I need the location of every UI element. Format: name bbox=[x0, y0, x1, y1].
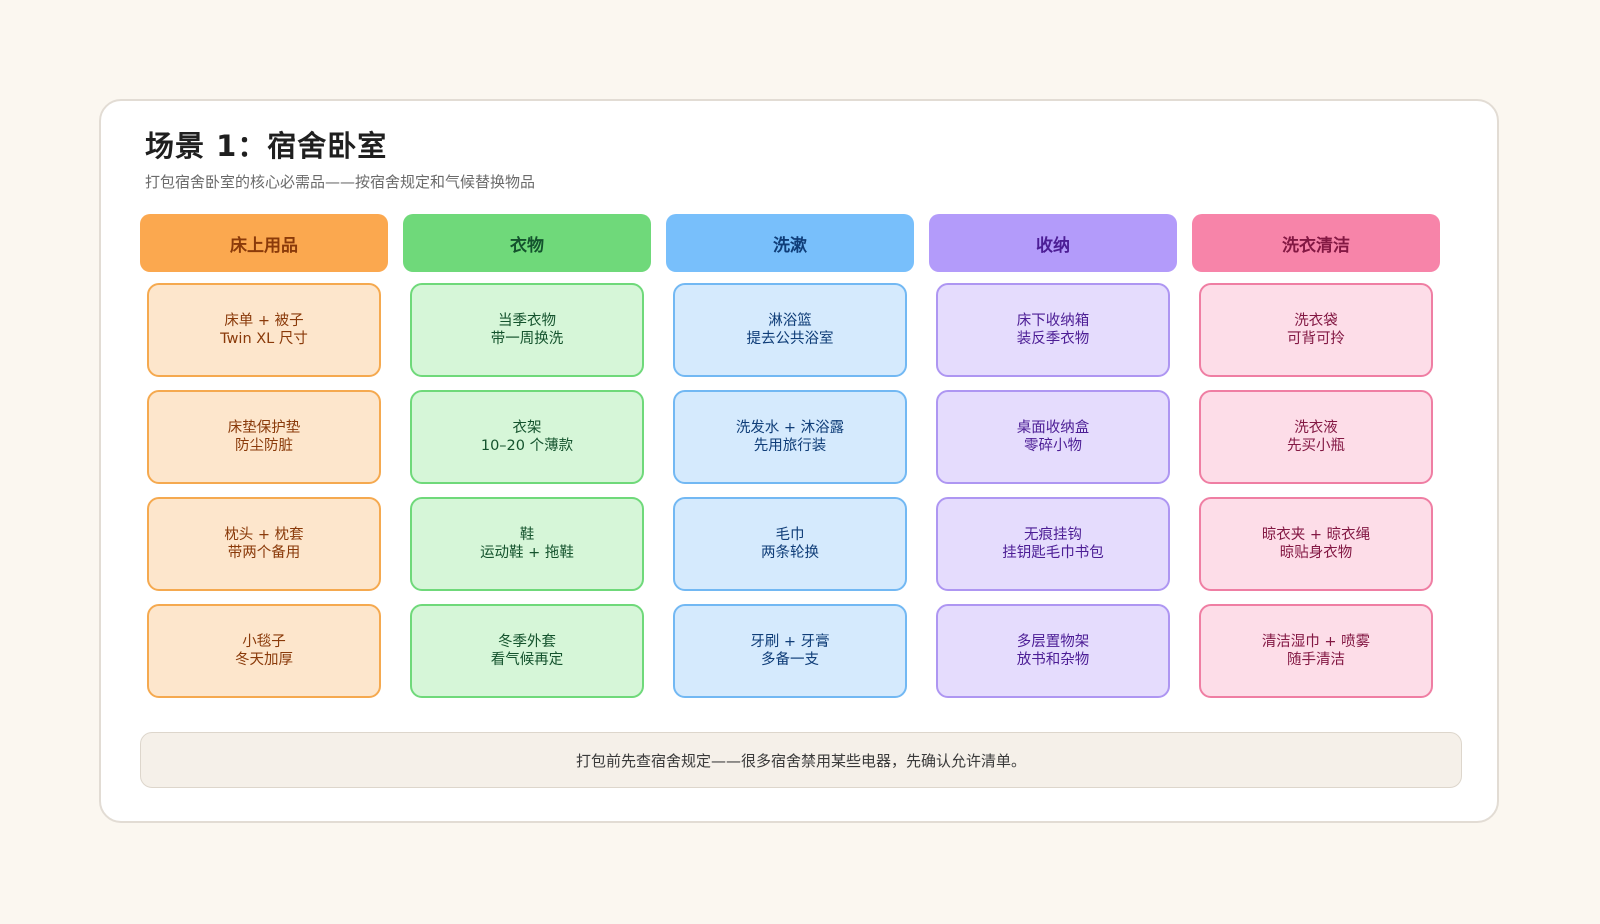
item-note: 先买小瓶 bbox=[1287, 438, 1345, 454]
item-card: 洗衣液 先买小瓶 bbox=[1199, 390, 1433, 484]
column-header-laundry: 洗衣清洁 bbox=[1192, 214, 1440, 272]
item-note: 可背可拎 bbox=[1287, 331, 1345, 347]
item-note: 放书和杂物 bbox=[1016, 652, 1090, 668]
item-card: 牙刷 + 牙膏 多备一支 bbox=[673, 604, 907, 698]
item-note: 带一周换洗 bbox=[490, 331, 564, 347]
item-title: 床下收纳箱 bbox=[1016, 313, 1090, 329]
column-header-bedding: 床上用品 bbox=[140, 214, 388, 272]
item-card: 床单 + 被子 Twin XL 尺寸 bbox=[147, 283, 381, 377]
page-title: 场景 1：宿舍卧室 bbox=[145, 129, 388, 163]
column-laundry: 洗衣清洁 洗衣袋 可背可拎 洗衣液 先买小瓶 晾衣夹 + 晾衣绳 晾贴身衣物 清… bbox=[1192, 214, 1440, 698]
item-card: 衣架 10–20 个薄款 bbox=[410, 390, 644, 484]
item-card: 当季衣物 带一周换洗 bbox=[410, 283, 644, 377]
item-title: 多层置物架 bbox=[1016, 634, 1090, 650]
item-title: 洗衣袋 bbox=[1294, 313, 1338, 329]
item-title: 枕头 + 枕套 bbox=[224, 527, 304, 543]
item-card: 多层置物架 放书和杂物 bbox=[936, 604, 1170, 698]
column-header-storage: 收纳 bbox=[929, 214, 1177, 272]
item-note: 10–20 个薄款 bbox=[480, 438, 574, 454]
item-note: Twin XL 尺寸 bbox=[220, 331, 308, 347]
item-note: 挂钥匙毛巾书包 bbox=[1002, 545, 1104, 561]
item-note: 晾贴身衣物 bbox=[1279, 545, 1353, 561]
column-clothing: 衣物 当季衣物 带一周换洗 衣架 10–20 个薄款 鞋 运动鞋 + 拖鞋 冬季… bbox=[403, 214, 651, 698]
column-storage: 收纳 床下收纳箱 装反季衣物 桌面收纳盒 零碎小物 无痕挂钩 挂钥匙毛巾书包 多… bbox=[929, 214, 1177, 698]
column-header-clothing: 衣物 bbox=[403, 214, 651, 272]
item-title: 鞋 bbox=[519, 527, 535, 543]
item-title: 当季衣物 bbox=[498, 313, 556, 329]
item-card: 床下收纳箱 装反季衣物 bbox=[936, 283, 1170, 377]
item-card: 毛巾 两条轮换 bbox=[673, 497, 907, 591]
item-title: 毛巾 bbox=[775, 527, 805, 543]
scene-panel: 场景 1：宿舍卧室 打包宿舍卧室的核心必需品——按宿舍规定和气候替换物品 床上用… bbox=[99, 99, 1499, 823]
item-note: 装反季衣物 bbox=[1016, 331, 1090, 347]
item-title: 桌面收纳盒 bbox=[1016, 420, 1090, 436]
item-note: 零碎小物 bbox=[1024, 438, 1082, 454]
item-title: 无痕挂钩 bbox=[1024, 527, 1082, 543]
item-note: 两条轮换 bbox=[761, 545, 819, 561]
item-card: 洗发水 + 沐浴露 先用旅行装 bbox=[673, 390, 907, 484]
item-card: 冬季外套 看气候再定 bbox=[410, 604, 644, 698]
item-title: 小毯子 bbox=[242, 634, 286, 650]
item-note: 运动鞋 + 拖鞋 bbox=[480, 545, 574, 561]
item-card: 鞋 运动鞋 + 拖鞋 bbox=[410, 497, 644, 591]
item-note: 带两个备用 bbox=[227, 545, 301, 561]
item-card: 淋浴篮 提去公共浴室 bbox=[673, 283, 907, 377]
item-title: 淋浴篮 bbox=[768, 313, 812, 329]
item-card: 洗衣袋 可背可拎 bbox=[1199, 283, 1433, 377]
column-header-toiletries: 洗漱 bbox=[666, 214, 914, 272]
item-title: 冬季外套 bbox=[498, 634, 556, 650]
item-title: 洗发水 + 沐浴露 bbox=[735, 420, 845, 436]
column-bedding: 床上用品 床单 + 被子 Twin XL 尺寸 床垫保护垫 防尘防脏 枕头 + … bbox=[140, 214, 388, 698]
item-card: 桌面收纳盒 零碎小物 bbox=[936, 390, 1170, 484]
column-toiletries: 洗漱 淋浴篮 提去公共浴室 洗发水 + 沐浴露 先用旅行装 毛巾 两条轮换 牙刷… bbox=[666, 214, 914, 698]
item-title: 床单 + 被子 bbox=[224, 313, 304, 329]
item-note: 多备一支 bbox=[761, 652, 819, 668]
item-title: 衣架 bbox=[512, 420, 542, 436]
item-title: 晾衣夹 + 晾衣绳 bbox=[1261, 527, 1371, 543]
item-card: 晾衣夹 + 晾衣绳 晾贴身衣物 bbox=[1199, 497, 1433, 591]
footer-note: 打包前先查宿舍规定——很多宿舍禁用某些电器，先确认允许清单。 bbox=[140, 732, 1462, 788]
item-card: 床垫保护垫 防尘防脏 bbox=[147, 390, 381, 484]
item-card: 清洁湿巾 + 喷雾 随手清洁 bbox=[1199, 604, 1433, 698]
item-note: 冬天加厚 bbox=[235, 652, 293, 668]
item-title: 洗衣液 bbox=[1294, 420, 1338, 436]
item-note: 先用旅行装 bbox=[753, 438, 827, 454]
item-card: 无痕挂钩 挂钥匙毛巾书包 bbox=[936, 497, 1170, 591]
item-card: 枕头 + 枕套 带两个备用 bbox=[147, 497, 381, 591]
item-title: 牙刷 + 牙膏 bbox=[750, 634, 830, 650]
item-card: 小毯子 冬天加厚 bbox=[147, 604, 381, 698]
item-note: 防尘防脏 bbox=[235, 438, 293, 454]
item-title: 清洁湿巾 + 喷雾 bbox=[1261, 634, 1371, 650]
page-subtitle: 打包宿舍卧室的核心必需品——按宿舍规定和气候替换物品 bbox=[145, 173, 536, 191]
item-title: 床垫保护垫 bbox=[227, 420, 301, 436]
item-note: 随手清洁 bbox=[1287, 652, 1345, 668]
item-note: 看气候再定 bbox=[490, 652, 564, 668]
item-note: 提去公共浴室 bbox=[746, 331, 834, 347]
